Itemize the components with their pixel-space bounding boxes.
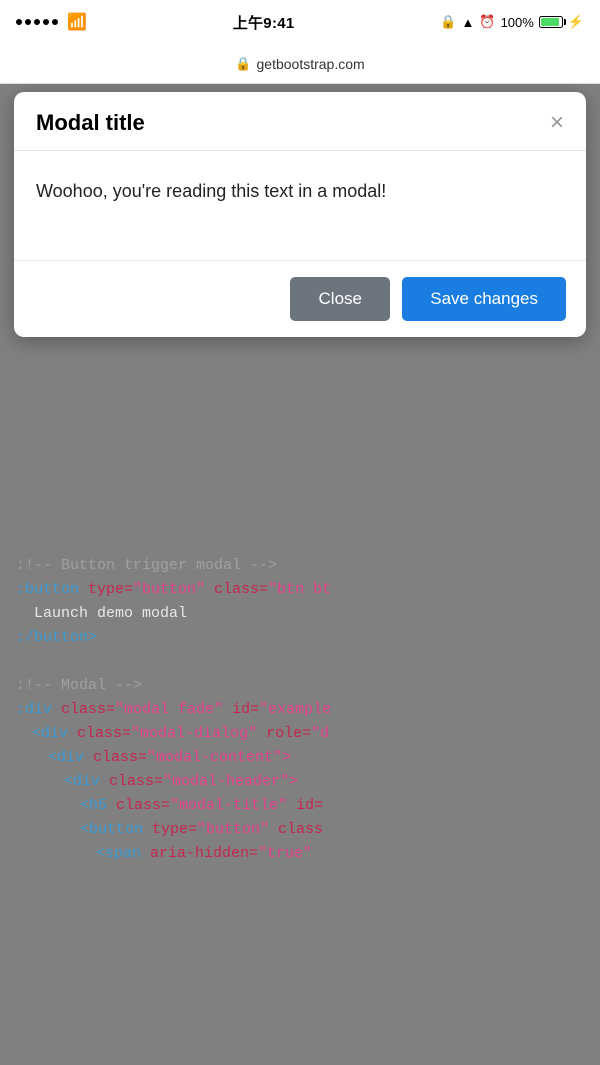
battery-percent: 100% <box>501 15 534 30</box>
code-line-3: Launch demo modal <box>16 602 584 626</box>
status-right: 🔒 ▲ ⏰ 100% ⚡ <box>440 14 584 30</box>
modal-body-text: Woohoo, you're reading this text in a mo… <box>36 179 564 204</box>
lock-status-icon: 🔒 <box>440 14 456 30</box>
code-area: :!-- Button trigger modal --> :button ty… <box>0 534 600 1065</box>
wifi-icon: 📶 <box>67 12 87 32</box>
status-bar: 📶 上午9:41 🔒 ▲ ⏰ 100% ⚡ <box>0 0 600 44</box>
status-left: 📶 <box>16 12 87 32</box>
save-changes-button[interactable]: Save changes <box>402 277 566 321</box>
location-icon: ▲ <box>462 15 475 30</box>
code-line-7: :div class="modal fade" id="example <box>16 698 584 722</box>
modal-dialog: Modal title × Woohoo, you're reading thi… <box>14 92 586 337</box>
code-line-11: <h5 class="modal-title" id= <box>80 794 584 818</box>
code-line-12: <button type="button" class <box>80 818 584 842</box>
code-line-10: <div class="modal-header"> <box>64 770 584 794</box>
url-lock-icon: 🔒 <box>235 56 251 72</box>
code-line-6: :!-- Modal --> <box>16 674 584 698</box>
status-time: 上午9:41 <box>233 12 295 33</box>
code-line-8: <div class="modal-dialog" role="d <box>32 722 584 746</box>
code-line-9: <div class="modal-content"> <box>48 746 584 770</box>
modal-footer: Close Save changes <box>14 261 586 337</box>
url-bar: 🔒 getbootstrap.com <box>0 44 600 84</box>
modal-body: Woohoo, you're reading this text in a mo… <box>14 151 586 261</box>
code-line-5 <box>16 650 584 674</box>
modal-header: Modal title × <box>14 92 586 151</box>
charging-icon: ⚡ <box>568 14 584 30</box>
code-line-1: :!-- Button trigger modal --> <box>16 554 584 578</box>
close-button[interactable]: Close <box>290 277 390 321</box>
modal-close-button[interactable]: × <box>550 111 564 135</box>
signal-icon <box>16 19 58 25</box>
code-line-2: :button type="button" class="btn bt <box>16 578 584 602</box>
page-content: Modal title × Woohoo, you're reading thi… <box>0 84 600 1065</box>
battery-icon <box>539 16 563 28</box>
url-text: getbootstrap.com <box>257 56 365 72</box>
alarm-icon: ⏰ <box>479 14 495 30</box>
modal-title: Modal title <box>36 110 145 136</box>
code-line-13: <span aria-hidden="true" <box>96 842 584 866</box>
code-line-4: :/button> <box>16 626 584 650</box>
